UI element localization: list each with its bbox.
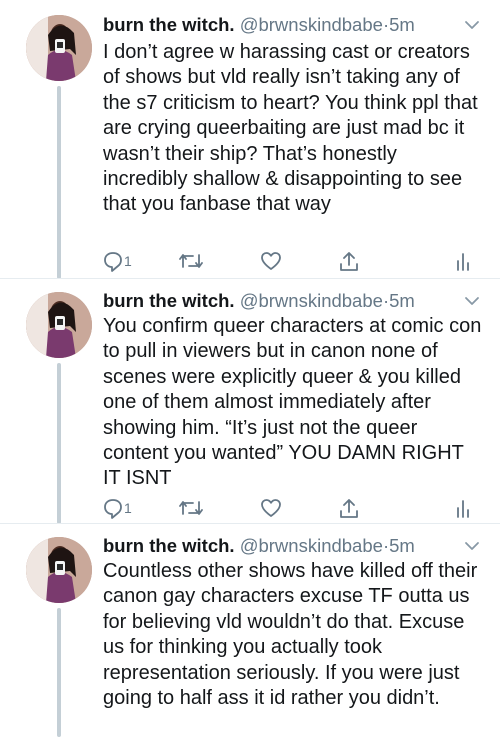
reply-button[interactable]: 1	[103, 497, 132, 521]
tweet[interactable]: burn the witch. @brwnskindbabe·5m I don’…	[0, 0, 500, 279]
user-handle[interactable]: @brwnskindbabe	[240, 290, 383, 311]
share-icon	[340, 499, 358, 518]
tweet-text: Countless other shows have killed off th…	[103, 560, 478, 710]
user-handle[interactable]: @brwnskindbabe	[240, 535, 383, 556]
analytics-icon	[457, 500, 469, 518]
action-bar: 1	[103, 497, 480, 521]
avatar[interactable]	[26, 537, 92, 603]
tweet-text: I don’t agree w harassing cast or creato…	[103, 41, 478, 216]
chevron-down-icon[interactable]	[464, 540, 480, 552]
retweet-icon	[179, 254, 203, 268]
thread-line	[57, 608, 61, 737]
avatar[interactable]	[26, 15, 92, 81]
reply-count: 1	[124, 500, 132, 516]
timestamp[interactable]: 5m	[389, 14, 415, 35]
like-button[interactable]	[260, 497, 282, 521]
display-name[interactable]: burn the witch.	[103, 290, 235, 311]
tweet[interactable]: burn the witch. @brwnskindbabe·5m Countl…	[0, 524, 500, 737]
tweet-header: burn the witch. @brwnskindbabe·5m	[103, 10, 480, 40]
timestamp[interactable]: 5m	[389, 535, 415, 556]
user-handle[interactable]: @brwnskindbabe	[240, 14, 383, 35]
heart-icon	[261, 252, 281, 270]
avatar[interactable]	[26, 292, 92, 358]
chevron-down-icon[interactable]	[464, 295, 480, 307]
retweet-button[interactable]	[178, 250, 204, 274]
analytics-button[interactable]	[455, 250, 471, 274]
action-bar: 1	[103, 250, 480, 274]
retweet-button[interactable]	[178, 497, 204, 521]
tweet[interactable]: burn the witch. @brwnskindbabe·5m You co…	[0, 279, 500, 524]
share-icon	[340, 252, 358, 271]
tweet-text: You confirm queer characters at comic co…	[103, 315, 482, 490]
thread-line	[57, 363, 61, 524]
reply-button[interactable]: 1	[103, 250, 132, 274]
profile-photo-icon	[26, 537, 92, 603]
profile-photo-icon	[26, 15, 92, 81]
display-name[interactable]: burn the witch.	[103, 14, 235, 35]
like-button[interactable]	[260, 250, 282, 274]
heart-icon	[261, 499, 281, 517]
tweet-header: burn the witch. @brwnskindbabe·5m	[103, 286, 480, 316]
reply-icon	[104, 252, 122, 272]
share-button[interactable]	[339, 497, 359, 521]
reply-icon	[104, 499, 122, 519]
analytics-button[interactable]	[455, 497, 471, 521]
display-name[interactable]: burn the witch.	[103, 535, 235, 556]
analytics-icon	[457, 253, 469, 271]
retweet-icon	[179, 501, 203, 515]
thread-line	[57, 86, 61, 279]
reply-count: 1	[124, 253, 132, 269]
profile-photo-icon	[26, 292, 92, 358]
share-button[interactable]	[339, 250, 359, 274]
tweet-header: burn the witch. @brwnskindbabe·5m	[103, 531, 480, 561]
timestamp[interactable]: 5m	[389, 290, 415, 311]
chevron-down-icon[interactable]	[464, 19, 480, 31]
